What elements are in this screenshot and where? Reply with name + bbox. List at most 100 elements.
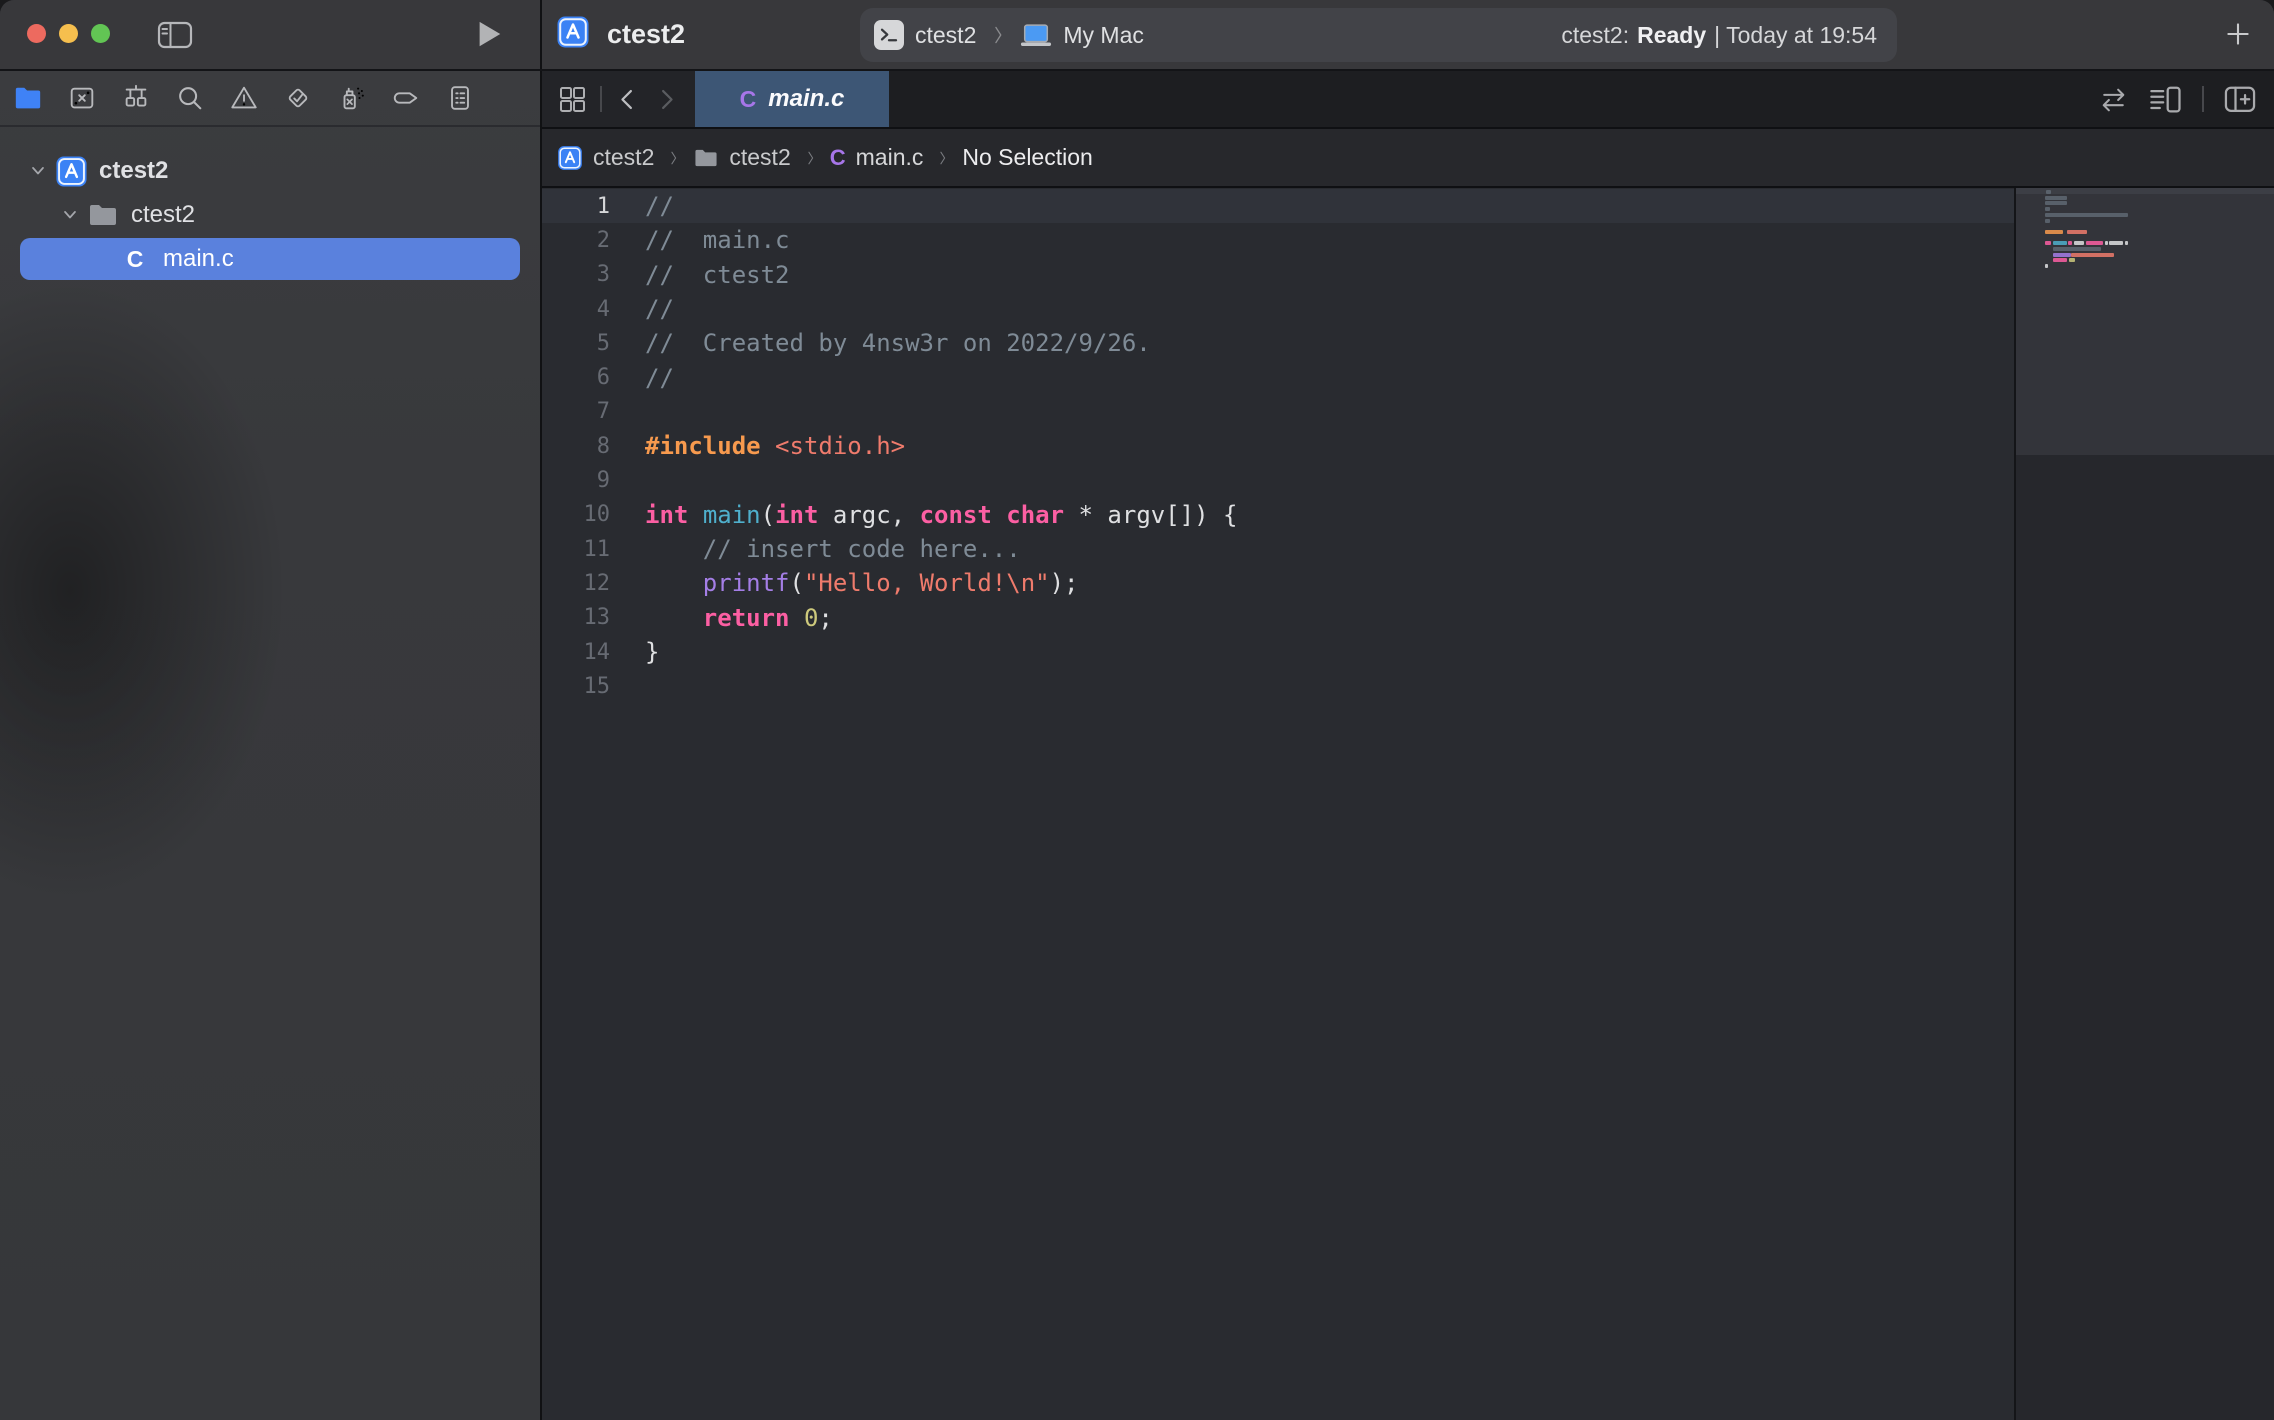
go-back-icon[interactable] (614, 86, 641, 113)
tab-main-c[interactable]: C main.c (695, 71, 889, 127)
breadcrumb-label: ctest2 (729, 144, 790, 171)
code-pane[interactable]: 1 // 2// main.c3// ctest24//5// Created by… (542, 188, 2014, 1420)
token-kw: char (1006, 501, 1064, 529)
breadcrumb-label: ctest2 (593, 144, 654, 171)
line-number[interactable]: 9 (542, 468, 610, 493)
sidebar-toggle-icon (156, 20, 194, 50)
breadcrumb-label: main.c (856, 144, 924, 171)
code-line-10[interactable]: 10int main(int argc, const char * argv[]… (542, 498, 2014, 532)
line-number[interactable]: 1 (542, 194, 610, 219)
line-number[interactable]: 5 (542, 331, 610, 356)
scheme-selector[interactable]: ctest2 My Mac (874, 20, 1144, 50)
token-pl: ( (790, 569, 804, 597)
line-number[interactable]: 2 (542, 228, 610, 253)
toggle-sidebar-button[interactable] (156, 20, 194, 50)
navigator-tab-breakpoints[interactable] (389, 81, 423, 115)
line-number[interactable]: 8 (542, 434, 610, 459)
minimap-line-3 (2045, 201, 2067, 205)
navigator-tab-debug[interactable] (335, 81, 369, 115)
code-line-2[interactable]: 2// main.c (542, 223, 2014, 257)
code-line-1[interactable]: 1 // (542, 189, 2014, 223)
minimap-line-2 (2045, 196, 2067, 200)
library-add-button[interactable] (2224, 20, 2252, 48)
code-line-9[interactable]: 9 (542, 463, 2014, 497)
line-number[interactable]: 7 (542, 399, 610, 424)
scheme-name[interactable]: ctest2 (915, 22, 976, 49)
minimap-line-1 (2046, 190, 2051, 194)
line-number[interactable]: 3 (542, 262, 610, 287)
adjust-editor-options-icon[interactable] (2148, 81, 2184, 117)
line-number[interactable]: 15 (542, 674, 610, 699)
folder-icon (13, 83, 43, 113)
minimap-line-10 (2105, 241, 2108, 245)
navigator-tab-issues[interactable] (227, 81, 261, 115)
line-number[interactable]: 6 (542, 365, 610, 390)
related-items-icon[interactable] (556, 83, 588, 115)
disclosure-chevron-icon[interactable] (57, 205, 83, 225)
code-line-15[interactable]: 15 (542, 669, 2014, 703)
code-text: // insert code here... (645, 535, 1021, 563)
run-button[interactable] (474, 19, 504, 49)
project-app-icon (556, 15, 590, 49)
mac-device-icon (1020, 23, 1052, 48)
code-line-14[interactable]: 14} (542, 635, 2014, 669)
breadcrumb-item-ctest2[interactable]: ctest2 (557, 144, 654, 171)
line-number[interactable]: 13 (542, 605, 610, 630)
code-line-3[interactable]: 3// ctest2 (542, 258, 2014, 292)
navigator-tab-find[interactable] (173, 81, 207, 115)
navigator-tab-symbols[interactable] (119, 81, 153, 115)
editor-area: C main.c ctest2 ctest2 Cmain.c No Selection… (542, 71, 2274, 1420)
add-editor-icon[interactable] (2222, 81, 2258, 117)
minimap[interactable] (2014, 188, 2274, 1420)
status-project: ctest2: (1561, 22, 1629, 49)
zoom-button[interactable] (91, 24, 110, 43)
breadcrumb-item-no-selection[interactable]: No Selection (962, 144, 1092, 171)
code-line-4[interactable]: 4// (542, 292, 2014, 326)
folder-icon (85, 197, 121, 233)
breadcrumb-item-main.c[interactable]: Cmain.c (830, 144, 924, 171)
token-pl: } (645, 638, 659, 666)
tree-row-main.c[interactable]: Cmain.c (0, 237, 540, 281)
play-icon (474, 19, 504, 49)
chevron-down-icon (60, 205, 80, 225)
line-number[interactable]: 11 (542, 537, 610, 562)
navigator-tab-reports[interactable] (443, 81, 477, 115)
minimap-line-14 (2045, 264, 2048, 268)
code-line-5[interactable]: 5// Created by 4nsw3r on 2022/9/26. (542, 326, 2014, 360)
code-line-13[interactable]: 13 return 0; (542, 601, 2014, 635)
close-button[interactable] (27, 24, 46, 43)
tree-row-ctest2[interactable]: ctest2 (0, 149, 540, 193)
scheme-destination[interactable]: My Mac (1063, 22, 1144, 49)
disclosure-chevron-icon[interactable] (25, 161, 51, 181)
app-project-icon (55, 155, 88, 188)
plus-icon (2224, 20, 2252, 48)
line-number[interactable]: 12 (542, 571, 610, 596)
line-number[interactable]: 4 (542, 297, 610, 322)
code-line-11[interactable]: 11 // insert code here... (542, 532, 2014, 566)
tab-bar: C main.c (542, 71, 2274, 129)
tag-icon (391, 83, 421, 113)
navigator-tab-tests[interactable] (281, 81, 315, 115)
code-line-7[interactable]: 7 (542, 395, 2014, 429)
line-number[interactable]: 10 (542, 502, 610, 527)
code-line-8[interactable]: 8 #include <stdio.h> (542, 429, 2014, 463)
breadcrumb-item-ctest2[interactable]: ctest2 (693, 144, 790, 171)
code-text: // (645, 192, 674, 220)
code-line-12[interactable]: 12 printf("Hello, World!\n"); (542, 566, 2014, 600)
code-line-6[interactable]: 6// (542, 360, 2014, 394)
line-number[interactable]: 14 (542, 640, 610, 665)
token-pl (761, 432, 775, 460)
minimize-button[interactable] (59, 24, 78, 43)
go-forward-icon[interactable] (653, 86, 680, 113)
token-pl (688, 501, 702, 529)
tab-bar-controls (542, 71, 695, 127)
minimap-line-4 (2045, 207, 2050, 211)
code-text: printf("Hello, World!\n"); (645, 569, 1079, 597)
navigator-tab-source-control[interactable] (65, 81, 99, 115)
token-pl: ; (818, 604, 832, 632)
token-st: <stdio.h> (775, 432, 905, 460)
tree-row-ctest2[interactable]: ctest2 (0, 193, 540, 237)
token-pp: #include (645, 432, 761, 460)
navigator-tab-project[interactable] (11, 81, 45, 115)
code-review-icon[interactable] (2097, 83, 2130, 116)
